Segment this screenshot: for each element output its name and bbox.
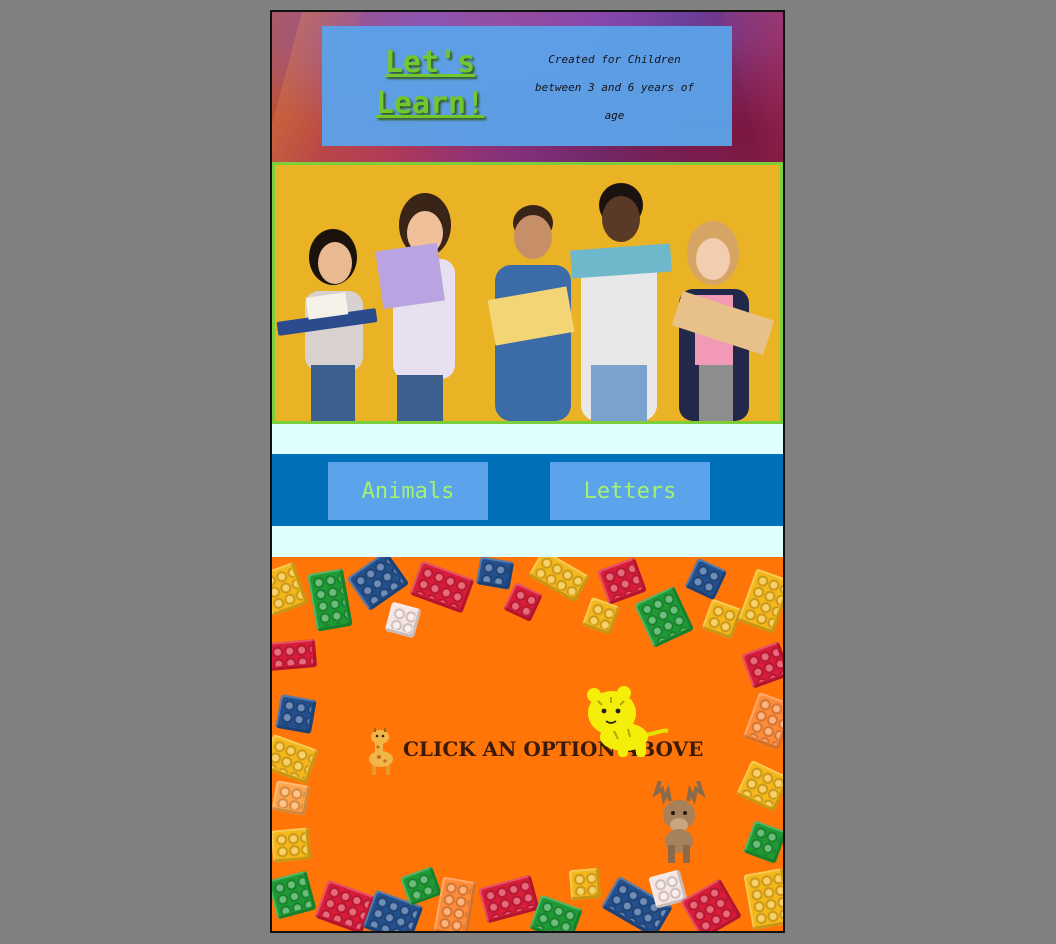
lego-brick — [633, 585, 695, 649]
content-area: CLICK AN OPTION ABOVE — [272, 557, 783, 931]
lego-brick — [597, 557, 647, 605]
lego-brick — [741, 641, 783, 689]
lego-brick — [272, 870, 317, 920]
app-frame: Let's Learn! Created for Children betwee… — [270, 10, 785, 933]
lego-brick — [737, 568, 783, 634]
header: Let's Learn! Created for Children betwee… — [272, 12, 783, 162]
lego-brick — [735, 759, 783, 813]
lego-brick — [433, 876, 477, 931]
lego-brick — [275, 694, 317, 734]
giraffe-icon — [369, 728, 393, 775]
lego-brick — [272, 733, 319, 785]
hero-photo — [272, 162, 783, 424]
lego-brick — [680, 878, 742, 931]
lego-brick — [272, 780, 311, 816]
animals-button[interactable]: Animals — [328, 462, 488, 520]
children-reading-illustration — [275, 165, 780, 421]
lego-brick — [272, 827, 312, 863]
lego-brick — [701, 598, 743, 640]
tiger-icon — [587, 686, 669, 757]
nav-bar: Animals Letters — [272, 454, 783, 526]
tagline: Created for Children between 3 and 6 yea… — [535, 53, 694, 122]
lego-brick — [384, 601, 422, 639]
letters-button[interactable]: Letters — [550, 462, 710, 520]
lego-brick — [742, 691, 783, 751]
lego-brick — [743, 867, 783, 931]
nav-spacer-bottom — [272, 526, 783, 557]
lego-brick — [475, 557, 515, 590]
lego-brick — [409, 560, 475, 614]
header-box: Let's Learn! Created for Children betwee… — [322, 26, 732, 146]
nav-spacer-top — [272, 424, 783, 454]
lego-brick — [478, 874, 540, 924]
lego-brick — [684, 557, 728, 601]
lego-brick — [272, 638, 318, 672]
site-title: Let's Learn! — [375, 45, 485, 121]
lego-brick — [568, 867, 602, 901]
lego-brick — [743, 820, 783, 864]
lego-brick — [272, 561, 309, 617]
moose-icon — [652, 780, 706, 863]
lego-brick — [307, 568, 353, 632]
